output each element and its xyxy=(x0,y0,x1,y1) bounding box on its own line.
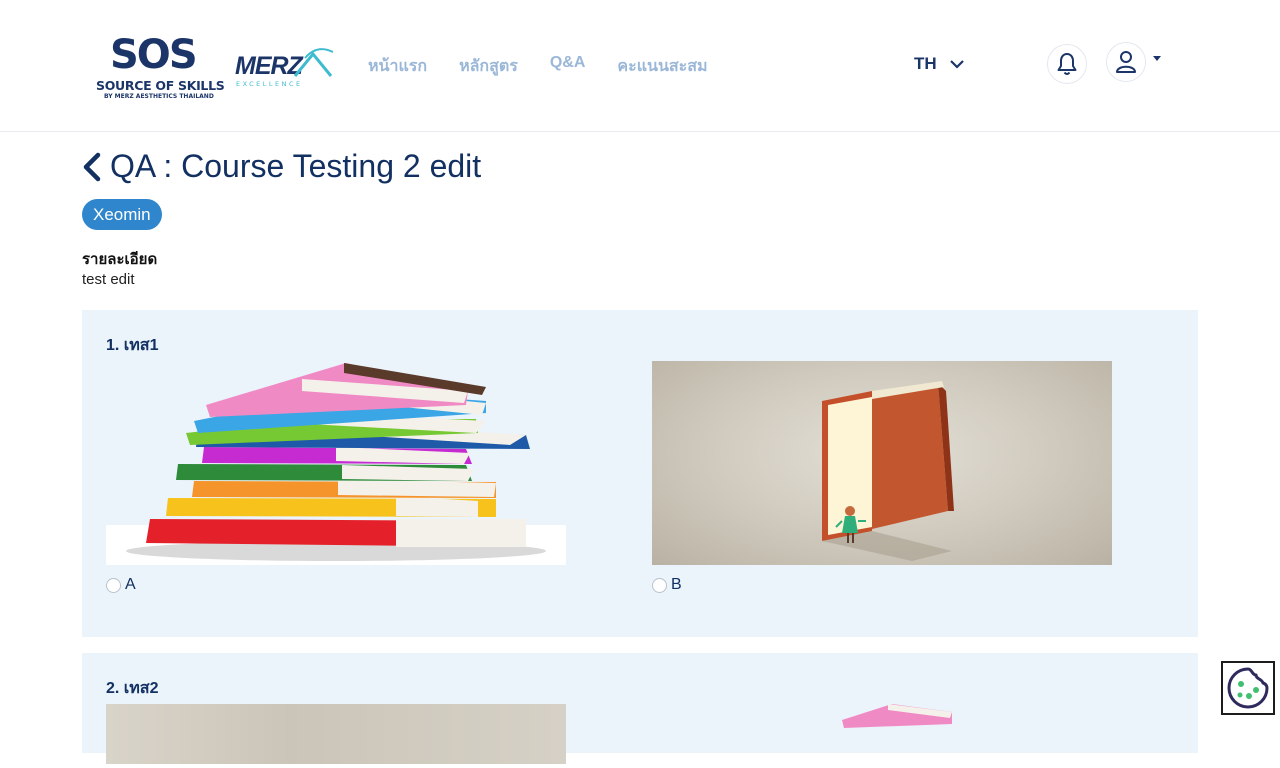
option-b-image[interactable] xyxy=(652,361,1112,565)
option-image[interactable] xyxy=(652,704,1112,764)
back-chevron-icon[interactable] xyxy=(82,152,102,182)
option-a[interactable]: A xyxy=(106,576,136,594)
option-b-radio[interactable] xyxy=(652,577,667,593)
chevron-down-icon xyxy=(949,60,964,69)
user-icon xyxy=(1116,51,1136,73)
question-title: 2. เทส2 xyxy=(106,680,159,697)
detail-label: รายละเอียด xyxy=(82,251,158,268)
stack-of-books-image xyxy=(126,363,546,561)
detail-text: test edit xyxy=(82,271,135,288)
top-header: SOS SOURCE OF SKILLS BY MERZ AESTHETICS … xyxy=(0,0,1280,132)
option-image[interactable] xyxy=(106,704,566,764)
option-a-radio[interactable] xyxy=(106,577,121,593)
notification-button[interactable] xyxy=(1047,44,1087,84)
cookie-settings-button[interactable] xyxy=(1221,661,1275,715)
page-title: QA : Course Testing 2 edit xyxy=(110,148,482,184)
main-nav: หน้าแรก หลักสูตร Q&A คะแนนสะสม xyxy=(368,54,708,79)
nav-qa[interactable]: Q&A xyxy=(550,54,586,79)
sos-logo-subline: BY MERZ AESTHETICS THAILAND xyxy=(104,93,214,100)
option-a-label: A xyxy=(125,576,136,593)
sos-logo-tagline: SOURCE OF SKILLS xyxy=(96,78,225,93)
stack-of-books-image xyxy=(842,704,952,728)
merz-logo-subtitle: EXCELLENCE xyxy=(236,80,303,88)
question-card: 2. เทส2 xyxy=(82,653,1198,764)
language-selector[interactable]: TH xyxy=(914,54,965,74)
question-card: 1. เทส1 A B xyxy=(82,310,1198,637)
nav-courses[interactable]: หลักสูตร xyxy=(459,54,518,79)
option-a-image[interactable] xyxy=(106,361,566,565)
question-title: 1. เทส1 xyxy=(106,337,159,354)
user-menu-caret-icon[interactable] xyxy=(1153,56,1161,61)
merz-excellence-logo[interactable]: MERZ EXCELLENCE xyxy=(235,46,335,88)
option-b[interactable]: B xyxy=(652,576,682,594)
option-b-label: B xyxy=(671,576,682,593)
sos-logo-word: SOS xyxy=(110,32,198,78)
page-header: QA : Course Testing 2 edit xyxy=(82,148,481,185)
product-badge: Xeomin xyxy=(82,199,162,230)
language-label: TH xyxy=(914,54,937,73)
bell-icon xyxy=(1057,53,1077,75)
open-book-door-image xyxy=(822,381,954,561)
cookie-icon xyxy=(1227,667,1269,709)
sos-logo[interactable]: SOS SOURCE OF SKILLS BY MERZ AESTHETICS … xyxy=(96,30,225,104)
nav-home[interactable]: หน้าแรก xyxy=(368,54,427,79)
nav-points[interactable]: คะแนนสะสม xyxy=(617,54,707,79)
user-menu-button[interactable] xyxy=(1106,42,1146,82)
